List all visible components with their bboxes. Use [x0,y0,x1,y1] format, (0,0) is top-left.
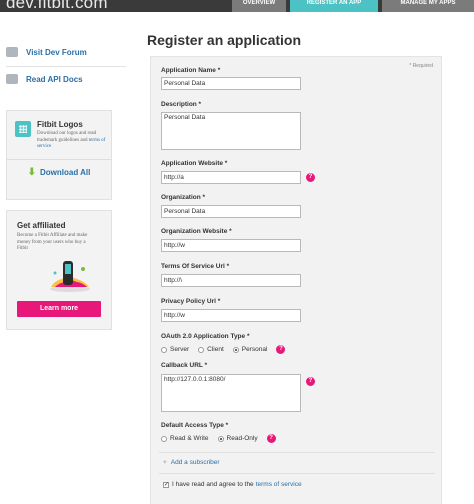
organization-label: Organization * [161,194,206,201]
oauth-type-label: OAuth 2.0 Application Type * [161,333,250,340]
sidebar-link-label: Visit Dev Forum [26,47,87,57]
form-divider [159,473,435,474]
help-icon[interactable]: ? [266,434,276,443]
app-website-label: Application Website * [161,160,228,167]
document-icon [6,74,18,84]
download-all-link[interactable]: ⬇ Download All [7,167,111,178]
access-option-read-only[interactable]: Read-Only [217,435,258,442]
radio-label: Read & Write [170,435,209,442]
access-type-radio-group: Read & Write Read-Only ? [161,434,276,443]
sidebar-link-api-docs[interactable]: Read API Docs [6,69,126,89]
tab-overview[interactable]: OVERVIEW [232,0,286,12]
agree-checkbox[interactable]: ✓ [163,481,169,488]
affiliate-illustration-icon [50,261,90,292]
chat-bubble-icon [6,47,18,57]
plus-icon: + [163,459,167,466]
sidebar-divider [6,66,126,67]
logos-card-description: Download our logos and read trademark gu… [37,131,109,151]
fitbit-logo-icon [15,121,31,137]
access-option-read-write[interactable]: Read & Write [161,435,209,442]
app-website-input[interactable]: http://a [161,171,301,184]
description-label: Description * [161,101,202,108]
card-divider [7,159,111,160]
sidebar: Visit Dev Forum Read API Docs Fitbit Log… [0,12,140,504]
tab-register-app[interactable]: REGISTER AN APP [290,0,378,12]
organization-input[interactable]: Personal Data [161,205,301,218]
add-subscriber-label: Add a subscriber [170,459,220,466]
tos-url-input[interactable]: http://\ [161,274,301,287]
help-icon[interactable]: ? [276,345,286,354]
oauth-option-client[interactable]: Client [198,346,224,353]
radio-read-only[interactable] [217,435,224,442]
radio-server[interactable] [161,346,167,353]
tos-url-label: Terms Of Service Url * [161,263,230,270]
radio-personal[interactable] [232,346,239,353]
register-form-panel: * Required Application Name * Personal D… [150,56,442,504]
privacy-url-label: Privacy Policy Url * [161,298,221,305]
sidebar-link-label: Read API Docs [26,74,83,84]
help-icon[interactable]: ? [306,377,315,386]
org-website-label: Organization Website * [161,228,232,235]
radio-read-write[interactable] [161,435,167,442]
tab-manage-apps[interactable]: MANAGE MY APPS [382,0,474,12]
required-note: * Required [409,63,433,69]
main-content: Register an application * Required Appli… [140,12,474,504]
agree-terms-row: ✓ I have read and agree to the terms of … [163,481,302,488]
page-title: Register an application [147,32,302,48]
oauth-option-server[interactable]: Server [161,346,189,353]
app-name-label: Application Name * [161,67,221,74]
org-website-input[interactable]: http://w [161,239,301,252]
affiliate-card-title: Get affiliated [17,221,66,230]
logos-card-title: Fitbit Logos [37,120,83,129]
learn-more-button[interactable]: Learn more [17,301,101,317]
radio-label: Read-Only [226,435,258,442]
logos-card-desc-text: Download our logos and read trademark gu… [37,131,97,143]
form-divider [159,452,435,453]
agree-text: I have read and agree to the [172,481,254,488]
callback-url-textarea[interactable]: http://127.0.0.1:8080/ [161,374,301,412]
access-type-label: Default Access Type * [161,422,229,429]
affiliate-card: Get affiliated Become a Fitbit Affiliate… [6,210,112,330]
affiliate-card-description: Become a Fitbit Affiliate and make money… [17,233,88,251]
add-subscriber-link[interactable]: + Add a subscriber [163,459,220,466]
callback-url-label: Callback URL * [161,362,208,369]
download-arrow-icon: ⬇ [27,167,36,178]
radio-label: Client [207,346,224,353]
radio-client[interactable] [198,346,205,353]
description-textarea[interactable]: Personal Data [161,112,301,150]
app-name-input[interactable]: Personal Data [161,77,301,90]
download-all-label: Download All [40,168,91,177]
sidebar-link-dev-forum[interactable]: Visit Dev Forum [6,42,126,62]
terms-of-service-link[interactable]: terms of service [256,481,302,488]
oauth-type-radio-group: Server Client Personal ? [161,345,286,354]
radio-label: Server [170,346,190,353]
top-nav-bar: dev.fitbit.com OVERVIEW REGISTER AN APP … [0,0,474,12]
radio-label: Personal [241,346,268,353]
privacy-url-input[interactable]: http://w [161,309,301,322]
fitbit-logos-card: Fitbit Logos Download our logos and read… [6,110,112,200]
help-icon[interactable]: ? [306,173,315,182]
oauth-option-personal[interactable]: Personal [232,346,268,353]
